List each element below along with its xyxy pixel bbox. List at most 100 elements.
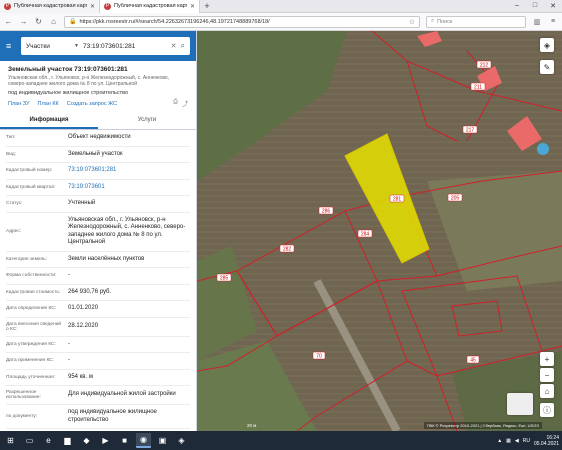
parcel-label[interactable]: 286 (318, 206, 334, 215)
menu-icon[interactable]: ≡ (548, 18, 558, 25)
navigation-bar: ← → ↻ ⌂ 🔒 https://pkk.rosreestr.ru/#/sea… (0, 13, 562, 31)
windows-start-icon[interactable]: ⊞ (3, 433, 18, 448)
chevron-down-icon[interactable]: ▼ (74, 43, 79, 49)
attr-key: Дата внесения сведений о КС: (6, 321, 62, 332)
ie-icon[interactable]: e (41, 433, 56, 448)
bookmark-star-icon[interactable]: ☆ (409, 18, 415, 26)
attr-key: Тип: (6, 135, 16, 141)
url-text: https://pkk.rosreestr.ru/#/search/54.226… (79, 18, 270, 25)
parcel-label-text: 282 (283, 247, 292, 253)
rosreestr-favicon: Р (4, 2, 11, 10)
clock-date: 05.04.2021 (533, 440, 559, 447)
app-icon[interactable]: ■ (117, 433, 132, 448)
search-bar: ≡ Участки ▼ 73:19:073601:281 ✕ ⌕ (0, 31, 196, 61)
browser-tab-active[interactable]: Р Публичная кадастровая карта ✕ (100, 0, 200, 13)
panel-action-icons: ⎙ ⤴ (173, 99, 188, 108)
new-tab-button[interactable]: + (200, 1, 214, 11)
tab-services[interactable]: Услуги (98, 113, 196, 129)
ruler-icon[interactable]: ✎ (540, 60, 554, 74)
maximize-icon[interactable]: □ (526, 2, 544, 10)
firefox-icon[interactable]: ◉ (136, 433, 151, 448)
browser-tab-inactive[interactable]: Р Публичная кадастровая карта ✕ (0, 0, 100, 13)
clear-icon[interactable]: ✕ (171, 42, 177, 50)
parcel-label[interactable]: 281 (389, 194, 405, 203)
library-icon[interactable]: ▥ (532, 18, 542, 26)
attr-row-cadastral-quarter: Кадастровый квартал: 73:19:073601 (6, 180, 190, 196)
parcel-label-text: 281 (393, 197, 402, 203)
app-icon[interactable]: ◈ (174, 433, 189, 448)
cadastral-search-field[interactable]: Участки ▼ 73:19:073601:281 ✕ ⌕ (21, 37, 190, 55)
plan-zu-link[interactable]: План ЗУ (8, 101, 30, 107)
parcel-label[interactable]: 285 (216, 273, 232, 282)
app-icon[interactable]: ◆ (79, 433, 94, 448)
volume-icon[interactable]: ◀ (515, 438, 519, 444)
task-view-icon[interactable]: ▭ (22, 433, 37, 448)
parcel-label[interactable]: 212 (476, 60, 492, 69)
parcel-label[interactable]: 211 (470, 82, 486, 91)
search-input[interactable]: 73:19:073601:281 (83, 43, 167, 50)
parcel-label-text: 205 (451, 196, 460, 202)
minimap[interactable] (507, 393, 533, 415)
search-icon[interactable]: ⌕ (181, 41, 185, 51)
home-extent-icon[interactable]: ⌂ (540, 384, 554, 398)
attr-key: Категория земель: (6, 256, 48, 262)
cadastral-quarter-link[interactable]: 73:19:073601 (68, 184, 190, 192)
attr-row-type: Тип: Объект недвижимости (6, 130, 190, 147)
close-icon[interactable]: ✕ (190, 3, 195, 10)
create-request-link[interactable]: Создать запрос ЖС (67, 101, 117, 107)
parcel-label-text: 217 (466, 128, 475, 134)
media-player-icon[interactable]: ▶ (98, 433, 113, 448)
tab-information[interactable]: Информация (0, 113, 98, 129)
attr-key: Адрес: (6, 229, 22, 234)
browser-search-field[interactable]: ⌕ Поиск (426, 15, 526, 28)
parcel-label[interactable]: 284 (357, 229, 373, 238)
parcel-label[interactable]: 70 (312, 351, 326, 360)
close-icon[interactable]: ✕ (90, 3, 95, 10)
parcel-links: План ЗУ План КК Создать запрос ЖС ⎙ ⤴ (0, 96, 196, 111)
home-icon[interactable]: ⌂ (49, 17, 58, 26)
tab-title: Публичная кадастровая карта (114, 3, 187, 9)
object-type-select[interactable]: Участки (26, 43, 70, 50)
print-icon[interactable]: ⎙ (173, 99, 178, 108)
input-language[interactable]: RU (523, 438, 530, 444)
parcel-label-text: 212 (480, 63, 489, 69)
map-canvas[interactable]: 281 286 284 282 285 212 211 70 45 205 21… (197, 31, 562, 431)
cadastral-number-link[interactable]: 73:19:073601:281 (68, 167, 190, 175)
address-bar[interactable]: 🔒 https://pkk.rosreestr.ru/#/search/54.2… (64, 15, 420, 28)
close-window-icon[interactable]: ✕ (544, 2, 562, 10)
attr-key: Вид: (6, 151, 17, 157)
hamburger-menu-icon[interactable]: ≡ (6, 41, 16, 51)
zoom-in-button[interactable]: + (540, 352, 554, 366)
lock-icon: 🔒 (69, 19, 77, 25)
parcel-label[interactable]: 282 (279, 244, 295, 253)
attr-key: Дата утверждения КС: (6, 341, 56, 347)
plan-kk-link[interactable]: План КК (38, 101, 59, 107)
browser-tabbar: Р Публичная кадастровая карта ✕ Р Публич… (0, 0, 562, 13)
attr-value: Земельный участок (68, 150, 123, 157)
forward-icon[interactable]: → (19, 17, 28, 26)
parcel-label[interactable]: 205 (447, 193, 463, 202)
folder-icon[interactable]: ▆ (60, 433, 75, 448)
parcel-label[interactable]: 217 (462, 125, 478, 134)
attribute-list: Тип: Объект недвижимости Вид: Земельный уч… (0, 130, 196, 429)
zoom-out-button[interactable]: − (540, 368, 554, 382)
parcel-label[interactable]: 45 (466, 355, 480, 364)
app-icon[interactable]: ▣ (155, 433, 170, 448)
network-icon[interactable]: ▦ (506, 438, 511, 444)
back-icon[interactable]: ← (4, 17, 13, 26)
attr-key: Площадь уточненная: (6, 374, 56, 380)
cadastral-map[interactable]: 281 286 284 282 285 212 211 70 45 205 21… (197, 31, 562, 431)
attr-key: Кадастровый квартал: (6, 184, 56, 190)
clock[interactable]: 16:24 05.04.2021 (534, 435, 559, 447)
minimize-icon[interactable]: – (508, 2, 526, 10)
tray-arrow-icon[interactable]: ▲ (497, 438, 502, 444)
layers-icon[interactable]: ◈ (540, 38, 554, 52)
parcel-label-text: 211 (474, 85, 482, 91)
attr-row-status: Статус: Учтенный (6, 196, 190, 213)
attr-value: Ульяновская обл., г. Ульяновск, р-н Желе… (68, 216, 186, 246)
attr-value: - (68, 340, 70, 347)
reload-icon[interactable]: ↻ (34, 17, 43, 26)
share-icon[interactable]: ⤴ (182, 99, 188, 108)
info-icon[interactable]: ⓘ (540, 403, 554, 417)
info-tabs: Информация Услуги (0, 113, 196, 130)
